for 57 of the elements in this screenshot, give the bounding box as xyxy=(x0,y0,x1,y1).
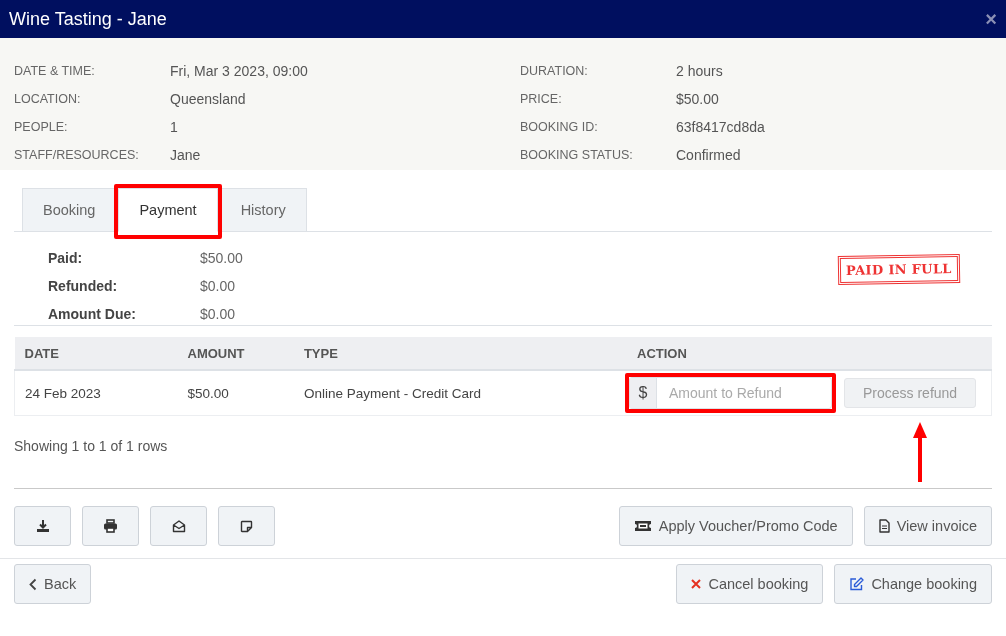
envelope-icon xyxy=(171,519,186,533)
ticket-icon xyxy=(633,520,652,532)
detail-label: BOOKING STATUS: xyxy=(520,147,634,164)
column-header: DATE xyxy=(14,337,178,370)
detail-label: PEOPLE: xyxy=(14,119,69,136)
cross-icon xyxy=(691,579,702,589)
window-title: Wine Tasting - Jane xyxy=(9,8,167,30)
invoice-button[interactable]: View invoice xyxy=(863,506,992,546)
detail-value: 1 xyxy=(170,119,179,137)
download-icon xyxy=(35,519,50,533)
summary-value: $0.00 xyxy=(200,278,237,296)
summary-value: $0.00 xyxy=(200,306,237,324)
currency-prefix: $ xyxy=(630,378,657,408)
detail-value: Jane xyxy=(170,147,202,165)
pagination-info: Showing 1 to 1 of 1 rows xyxy=(14,438,169,456)
printer-icon xyxy=(103,519,118,533)
chevron-left-icon xyxy=(29,577,37,591)
detail-value: Fri, Mar 3 2023, 09:00 xyxy=(170,63,309,81)
refund-amount-field[interactable]: Amount to Refund xyxy=(657,378,831,408)
detail-value: 2 hours xyxy=(676,63,724,81)
table-cell: $50.00 xyxy=(177,370,294,416)
document-icon xyxy=(878,519,890,533)
detail-label: STAFF/RESOURCES: xyxy=(14,147,140,164)
column-header: AMOUNT xyxy=(177,337,294,370)
detail-label: DATE & TIME: xyxy=(14,63,96,80)
cancel-button[interactable]: Cancel booking xyxy=(676,564,824,604)
download-button[interactable] xyxy=(14,506,71,546)
summary-value: $50.00 xyxy=(200,250,243,268)
summary-label: Refunded: xyxy=(48,278,119,296)
tab[interactable]: Payment xyxy=(118,188,218,232)
back-button[interactable]: Back xyxy=(14,564,92,604)
detail-value: 63f8417cd8da xyxy=(676,119,766,137)
detail-value: Confirmed xyxy=(676,147,742,165)
detail-label: PRICE: xyxy=(520,91,563,108)
tab[interactable]: History xyxy=(219,188,307,232)
detail-label: BOOKING ID: xyxy=(520,119,599,136)
refund-input-group[interactable]: $ Amount to Refund xyxy=(629,377,832,409)
summary-label: Paid: xyxy=(48,250,84,268)
edit-button[interactable]: Change booking xyxy=(834,564,992,604)
column-header: ACTION xyxy=(627,337,992,370)
table-cell: 24 Feb 2023 xyxy=(14,370,178,416)
paid-stamp: PAID IN FULL xyxy=(838,253,961,286)
edit-icon xyxy=(849,577,865,591)
detail-value: Queensland xyxy=(170,91,247,109)
close-button[interactable]: × xyxy=(985,7,997,31)
summary-label: Amount Due: xyxy=(48,306,137,324)
column-header: TYPE xyxy=(293,337,627,370)
voucher-button[interactable]: Apply Voucher/Promo Code xyxy=(618,506,853,546)
email-button[interactable] xyxy=(150,506,207,546)
detail-value: $50.00 xyxy=(676,91,720,109)
sticky-note-icon xyxy=(240,519,253,533)
print-button[interactable] xyxy=(82,506,139,546)
detail-label: DURATION: xyxy=(520,63,589,80)
tab[interactable]: Booking xyxy=(22,188,117,232)
detail-label: LOCATION: xyxy=(14,91,82,108)
note-button[interactable] xyxy=(218,506,275,546)
table-cell: Online Payment - Credit Card xyxy=(293,370,627,416)
